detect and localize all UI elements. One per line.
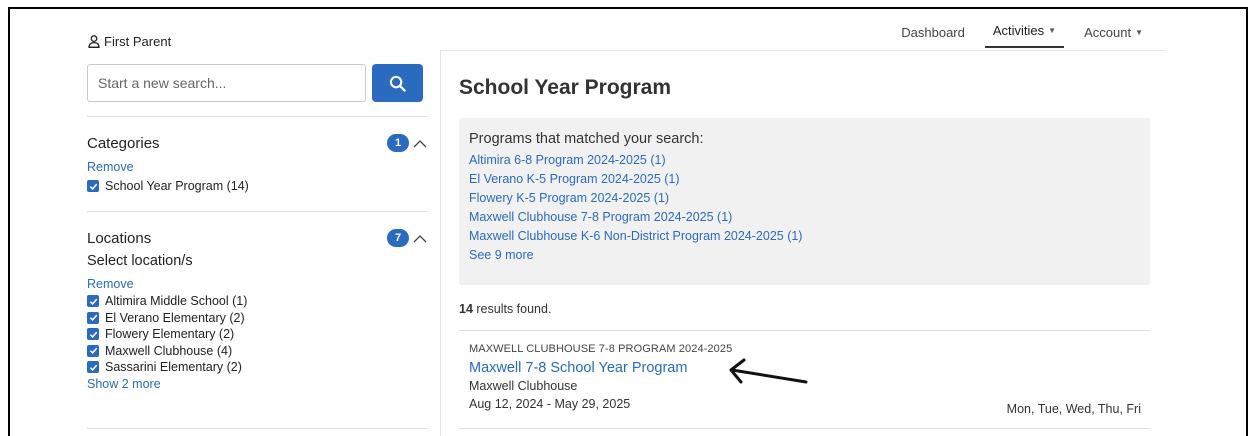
categories-body: Remove School Year Program (14) <box>87 160 249 195</box>
column-separator <box>440 50 441 436</box>
matched-program-link[interactable]: Maxwell Clubhouse K-6 Non-District Progr… <box>469 227 1140 246</box>
category-label: School Year Program (14) <box>105 179 249 194</box>
chevron-up-icon[interactable] <box>413 139 427 148</box>
location-label: Sassarini Elementary (2) <box>105 360 242 375</box>
results-count-text: 14 results found. <box>459 302 551 316</box>
results-count: 14 <box>459 302 473 316</box>
top-navigation: Dashboard Activities ▼ Account ▼ <box>881 23 1151 48</box>
location-label: Flowery Elementary (2) <box>105 327 235 342</box>
matched-program-link[interactable]: El Verano K-5 Program 2024-2025 (1) <box>469 170 1140 189</box>
location-item[interactable]: Sassarini Elementary (2) <box>87 359 427 376</box>
locations-show-more-link[interactable]: Show 2 more <box>87 377 427 391</box>
matched-programs-panel: Programs that matched your search: Altim… <box>459 118 1150 285</box>
category-item-school-year-program[interactable]: School Year Program (14) <box>87 178 249 195</box>
result-card-program: MAXWELL CLUBHOUSE 7-8 PROGRAM 2024-2025 <box>469 343 733 355</box>
checkbox-checked-icon[interactable] <box>87 344 99 357</box>
search-input[interactable] <box>87 64 366 102</box>
locations-subtitle: Select location/s <box>87 253 193 269</box>
nav-account-label: Account <box>1084 25 1132 40</box>
location-label: Maxwell Clubhouse (4) <box>105 343 233 358</box>
categories-header[interactable]: Categories 1 <box>87 134 427 152</box>
locations-list: Altimira Middle School (1) El Verano Ele… <box>87 293 427 376</box>
matched-program-link[interactable]: Flowery K-5 Program 2024-2025 (1) <box>469 189 1140 208</box>
categories-list: School Year Program (14) <box>87 178 249 195</box>
nav-activities-label: Activities <box>992 23 1045 38</box>
locations-remove-link[interactable]: Remove <box>87 277 427 291</box>
location-item[interactable]: Altimira Middle School (1) <box>87 293 427 310</box>
matched-programs-title: Programs that matched your search: <box>469 131 704 147</box>
result-card-days: Mon, Tue, Wed, Thu, Fri <box>1006 402 1141 416</box>
screenshot-frame-top <box>8 7 1248 9</box>
nav-activities[interactable]: Activities ▼ <box>984 23 1065 48</box>
results-divider <box>459 330 1150 331</box>
caret-down-icon: ▼ <box>1135 28 1143 37</box>
nav-dashboard[interactable]: Dashboard <box>893 25 973 48</box>
chevron-up-icon[interactable] <box>413 234 427 243</box>
locations-count-badge: 7 <box>387 229 409 247</box>
see-more-link[interactable]: See 9 more <box>469 246 1140 265</box>
matched-program-link[interactable]: Altimira 6-8 Program 2024-2025 (1) <box>469 151 1140 170</box>
nav-dashboard-label: Dashboard <box>901 25 965 40</box>
arrow-annotation <box>729 358 808 384</box>
sidebar-divider <box>87 211 427 212</box>
checkbox-checked-icon[interactable] <box>87 361 99 374</box>
sidebar-divider <box>87 428 427 429</box>
filter-sidebar <box>87 64 427 102</box>
page-title: School Year Program <box>459 76 672 99</box>
location-item[interactable]: Maxwell Clubhouse (4) <box>87 343 427 360</box>
locations-header[interactable]: Locations 7 <box>87 229 427 247</box>
locations-body: Select location/s Remove Altimira Middle… <box>87 253 427 391</box>
sidebar-divider <box>87 116 427 117</box>
header-divider <box>440 50 1165 51</box>
location-label: Altimira Middle School (1) <box>105 294 248 309</box>
checkbox-checked-icon[interactable] <box>87 328 99 341</box>
search-icon <box>389 75 406 92</box>
user-name: First Parent <box>104 34 172 49</box>
nav-account[interactable]: Account ▼ <box>1076 25 1151 48</box>
caret-down-icon: ▼ <box>1048 26 1057 35</box>
location-item[interactable]: El Verano Elementary (2) <box>87 310 427 327</box>
categories-count-badge: 1 <box>387 134 409 152</box>
screenshot-frame-left <box>8 7 10 436</box>
screenshot-frame-right <box>1246 7 1248 436</box>
results-divider <box>459 428 1150 429</box>
checkbox-checked-icon[interactable] <box>87 311 99 324</box>
user-menu[interactable]: First Parent <box>88 34 171 49</box>
search-button[interactable] <box>372 64 423 102</box>
search-bar <box>87 64 427 102</box>
results-label: results found. <box>472 302 552 316</box>
location-item[interactable]: Flowery Elementary (2) <box>87 326 427 343</box>
main-content: School Year Program <box>459 76 1151 100</box>
checkbox-checked-icon[interactable] <box>87 295 99 308</box>
matched-program-link[interactable]: Maxwell Clubhouse 7-8 Program 2024-2025 … <box>469 208 1140 227</box>
categories-title: Categories <box>87 134 160 152</box>
categories-remove-link[interactable]: Remove <box>87 160 249 174</box>
locations-title: Locations <box>87 229 152 247</box>
user-icon <box>88 35 100 48</box>
location-label: El Verano Elementary (2) <box>105 310 245 325</box>
checkbox-checked-icon[interactable] <box>87 180 99 193</box>
